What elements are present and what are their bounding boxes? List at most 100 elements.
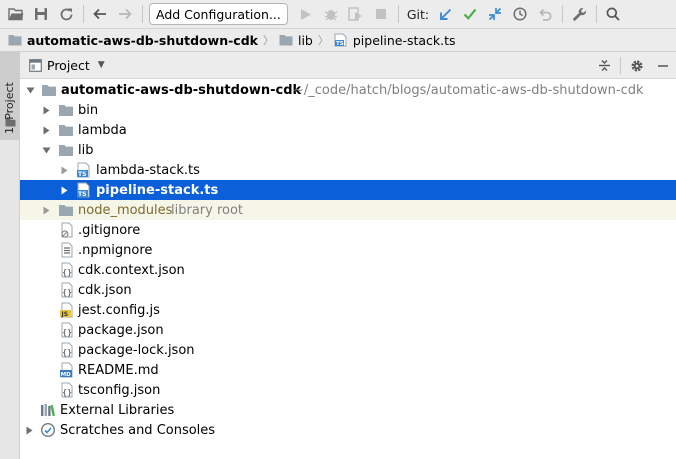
- undo-icon: [539, 8, 552, 21]
- tree-item-jest-config[interactable]: JS jest.config.js: [20, 300, 676, 320]
- tree-item-lambda-stack[interactable]: TS lambda-stack.ts: [20, 160, 676, 180]
- tree-item-gitignore[interactable]: .gitignore: [20, 220, 676, 240]
- project-structure-button[interactable]: [569, 4, 589, 24]
- panel-title[interactable]: Project: [47, 58, 90, 73]
- typescript-file-icon: TS: [77, 162, 90, 178]
- collapsed-arrow-icon[interactable]: [59, 165, 69, 175]
- header-separator: [620, 57, 621, 74]
- folder-icon: [8, 35, 22, 46]
- tree-item-readme[interactable]: MD README.md: [20, 360, 676, 380]
- forward-button[interactable]: [115, 4, 135, 24]
- tree-item-external-libraries[interactable]: External Libraries: [20, 400, 676, 420]
- tree-item-label: .gitignore: [78, 222, 141, 238]
- sync-button[interactable]: [56, 4, 76, 24]
- folder-icon: [42, 85, 56, 96]
- typescript-file-icon: TS: [334, 33, 347, 47]
- toolbar-separator: [562, 5, 564, 23]
- arrow-left-icon: [93, 8, 106, 20]
- json-file-icon: {}: [61, 322, 73, 338]
- checkmark-icon: [463, 8, 477, 20]
- collapsed-arrow-icon[interactable]: [41, 205, 51, 215]
- collapsed-arrow-icon[interactable]: [41, 105, 51, 115]
- json-file-icon: {}: [61, 282, 73, 298]
- svg-text:{}: {}: [62, 348, 72, 357]
- coverage-icon: [348, 7, 363, 21]
- run-button[interactable]: [296, 4, 316, 24]
- bug-icon: [324, 10, 338, 21]
- git-rollback-button[interactable]: [535, 4, 555, 24]
- project-window-icon: [29, 58, 42, 72]
- tree-item-package-lock[interactable]: {} package-lock.json: [20, 340, 676, 360]
- tree-item-label: pipeline-stack.ts: [96, 182, 219, 198]
- tree-item-cdk-json[interactable]: {} cdk.json: [20, 280, 676, 300]
- debug-button[interactable]: [321, 4, 341, 24]
- tree-item-lib[interactable]: lib: [20, 140, 676, 160]
- collapse-all-button[interactable]: [591, 52, 617, 79]
- tree-item-lambda[interactable]: lambda: [20, 120, 676, 140]
- collapsed-arrow-icon[interactable]: [41, 125, 51, 135]
- expanded-arrow-icon[interactable]: [25, 85, 35, 95]
- git-label: Git:: [406, 6, 430, 22]
- tree-item-label: lambda: [78, 122, 127, 138]
- tree-item-pipeline-stack[interactable]: TS pipeline-stack.ts: [20, 180, 676, 200]
- chevron-down-icon[interactable]: ▼: [98, 60, 105, 70]
- add-configuration-button[interactable]: Add Configuration...: [149, 3, 288, 25]
- toolbar-separator: [142, 5, 143, 23]
- save-all-button[interactable]: [31, 4, 51, 24]
- tree-root-row[interactable]: automatic-aws-db-shutdown-cdk ~/_code/ha…: [20, 80, 676, 100]
- tree-item-label: package.json: [78, 322, 164, 338]
- tree-item-node-modules[interactable]: node_modules library root: [20, 200, 676, 220]
- project-tree: automatic-aws-db-shutdown-cdk ~/_code/ha…: [20, 80, 676, 459]
- svg-text:{}: {}: [62, 288, 72, 297]
- svg-text:{}: {}: [62, 388, 72, 397]
- tree-item-label: lambda-stack.ts: [96, 162, 200, 178]
- json-file-icon: {}: [61, 262, 73, 278]
- gear-icon: [631, 60, 643, 71]
- tree-item-npmignore[interactable]: .npmignore: [20, 240, 676, 260]
- stop-button[interactable]: [371, 4, 391, 24]
- collapsed-arrow-icon[interactable]: [59, 185, 69, 195]
- tree-item-label: cdk.context.json: [78, 262, 185, 278]
- typescript-file-icon: TS: [77, 182, 90, 198]
- stop-icon: [375, 9, 386, 19]
- folder-icon: [5, 118, 16, 127]
- json-file-icon: {}: [61, 342, 73, 358]
- hide-panel-button[interactable]: [650, 52, 676, 79]
- breadcrumb-item-project[interactable]: automatic-aws-db-shutdown-cdk: [8, 33, 258, 48]
- tree-item-tsconfig[interactable]: {} tsconfig.json: [20, 380, 676, 400]
- toolbar-separator: [596, 5, 598, 23]
- search-everywhere-button[interactable]: [603, 4, 623, 24]
- back-button[interactable]: [90, 4, 110, 24]
- chevron-right-icon: 〉: [317, 34, 329, 47]
- breadcrumb-item-lib[interactable]: lib: [279, 33, 313, 48]
- expanded-arrow-icon[interactable]: [41, 145, 51, 155]
- tree-item-label: lib: [78, 142, 94, 158]
- folder-icon: [59, 125, 73, 136]
- tree-item-scratches[interactable]: Scratches and Consoles: [20, 420, 676, 440]
- toolbar-separator: [397, 5, 399, 23]
- folder-icon: [59, 205, 73, 216]
- git-commit-button[interactable]: [460, 4, 480, 24]
- run-with-coverage-button[interactable]: [346, 4, 366, 24]
- breadcrumb-item-file[interactable]: TS pipeline-stack.ts: [334, 33, 456, 48]
- collapse-all-icon: [598, 60, 610, 71]
- tree-item-label: bin: [78, 102, 99, 118]
- tree-item-label: Scratches and Consoles: [60, 422, 216, 438]
- tree-item-label: External Libraries: [60, 402, 175, 418]
- open-folder-button[interactable]: [6, 4, 26, 24]
- library-icon: [41, 404, 56, 417]
- collapsed-arrow-icon[interactable]: [24, 425, 34, 435]
- tree-item-bin[interactable]: bin: [20, 100, 676, 120]
- settings-button[interactable]: [624, 52, 650, 79]
- tree-item-cdk-context[interactable]: {} cdk.context.json: [20, 260, 676, 280]
- breadcrumb-label: pipeline-stack.ts: [352, 32, 456, 48]
- git-update-arrow-icon: [439, 8, 451, 20]
- save-icon: [35, 8, 47, 20]
- git-history-button[interactable]: [510, 4, 530, 24]
- git-update-button[interactable]: [435, 4, 455, 24]
- git-compare-button[interactable]: [485, 4, 505, 24]
- ignore-file-icon: [61, 222, 73, 238]
- svg-text:{}: {}: [62, 328, 72, 337]
- tree-item-label: tsconfig.json: [78, 382, 161, 398]
- tree-item-package-json[interactable]: {} package.json: [20, 320, 676, 340]
